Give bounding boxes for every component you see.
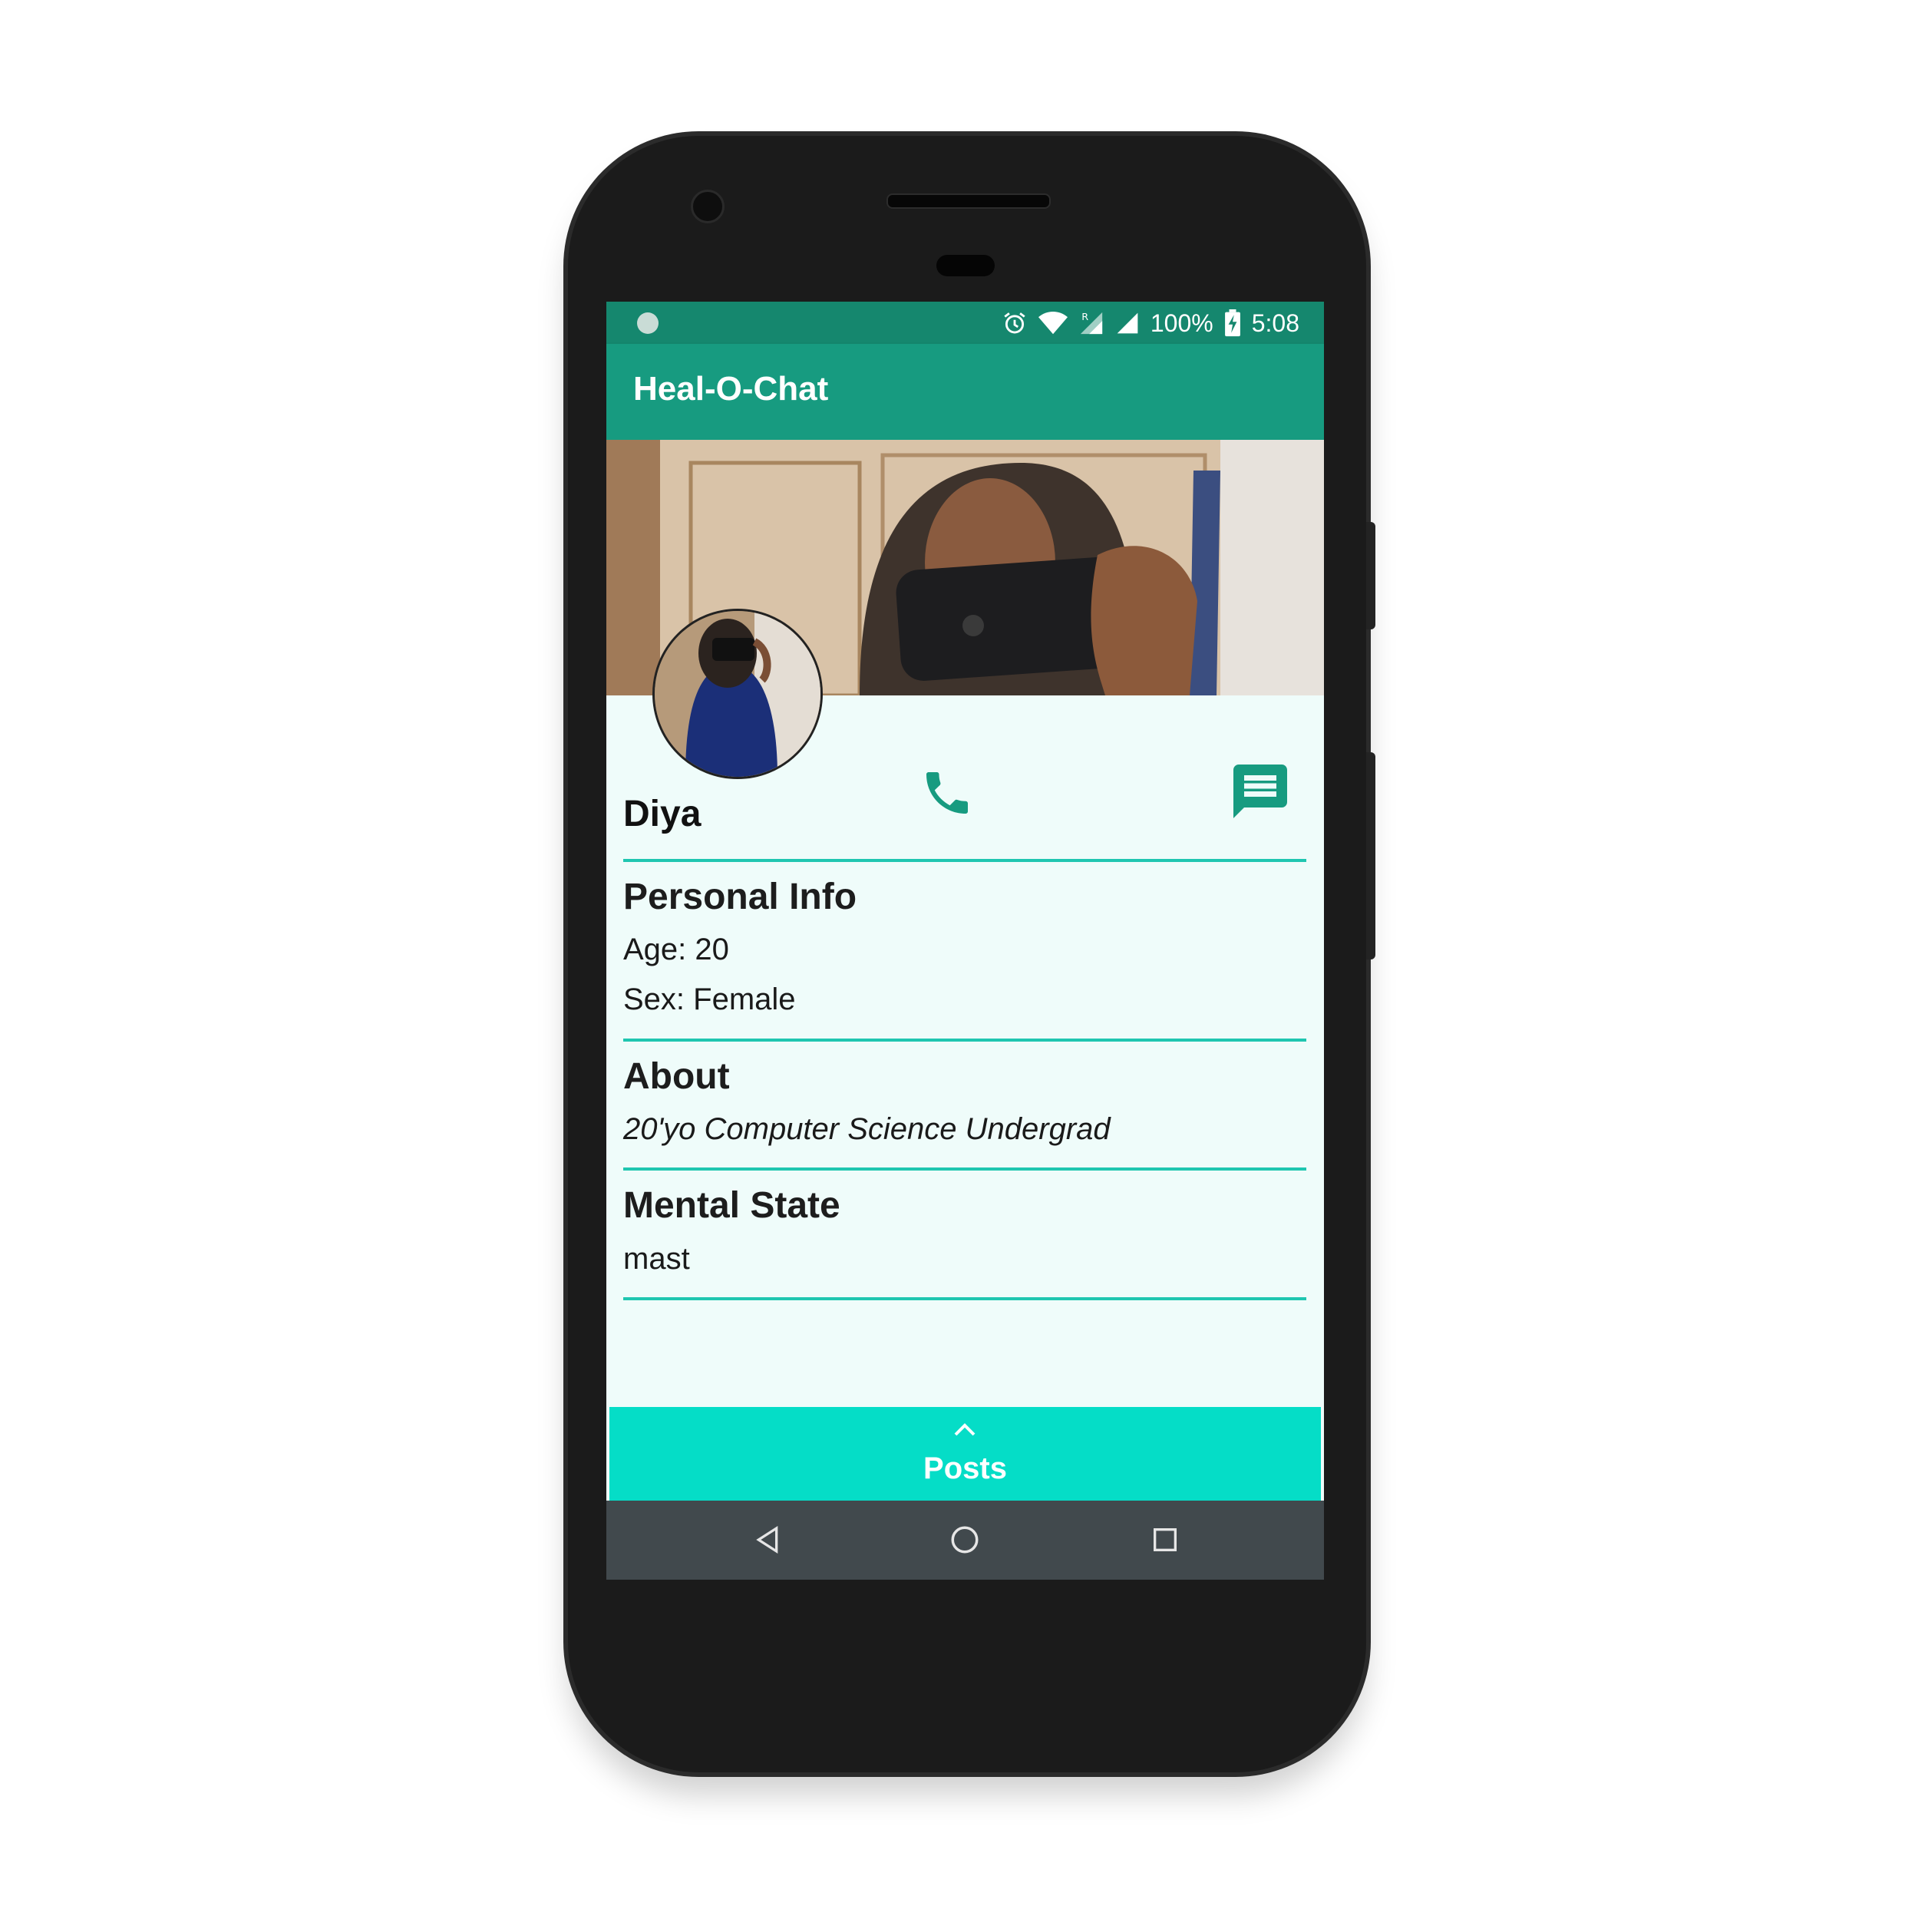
- profile-name: Diya: [623, 794, 702, 834]
- front-camera: [691, 190, 725, 223]
- divider: [623, 1167, 1306, 1171]
- sex-text: Sex: Female: [623, 983, 796, 1016]
- proximity-sensor: [936, 255, 995, 276]
- divider: [623, 1039, 1306, 1042]
- mental-state-title: Mental State: [623, 1185, 840, 1226]
- posts-label: Posts: [923, 1451, 1007, 1485]
- avatar[interactable]: [652, 609, 823, 779]
- alarm-icon: [1004, 312, 1025, 334]
- svg-text:R: R: [1081, 312, 1088, 323]
- status-bar: R 100% 5:08: [606, 302, 1324, 344]
- message-icon[interactable]: [1228, 759, 1292, 824]
- battery-charging-icon: [1224, 309, 1240, 337]
- divider: [623, 859, 1306, 862]
- roaming-signal-icon: R: [1080, 312, 1103, 335]
- clock: 5:08: [1251, 309, 1299, 337]
- recents-icon[interactable]: [1150, 1524, 1180, 1556]
- personal-info-title: Personal Info: [623, 877, 857, 917]
- notification-dot-icon: [637, 312, 659, 334]
- app-title: Heal-O-Chat: [633, 370, 829, 408]
- chevron-up-icon: [954, 1423, 976, 1436]
- about-title: About: [623, 1056, 730, 1097]
- navigation-bar: [606, 1501, 1324, 1580]
- signal-icon: [1117, 312, 1138, 334]
- posts-button[interactable]: Posts: [609, 1407, 1321, 1501]
- battery-percent: 100%: [1150, 309, 1213, 337]
- app-screen: R 100% 5:08 Heal-O-Chat Diya Personal In…: [606, 302, 1324, 1580]
- volume-button: [1366, 752, 1375, 959]
- app-bar: Heal-O-Chat: [606, 344, 1324, 440]
- about-text: 20'yo Computer Science Undergrad: [623, 1112, 1111, 1146]
- phone-icon[interactable]: [919, 765, 975, 821]
- back-icon[interactable]: [752, 1524, 783, 1556]
- home-icon[interactable]: [949, 1524, 981, 1556]
- divider: [623, 1297, 1306, 1300]
- age-text: Age: 20: [623, 933, 729, 966]
- power-button: [1366, 522, 1375, 629]
- earpiece-speaker: [886, 193, 1051, 209]
- wifi-icon: [1038, 311, 1068, 335]
- mental-state-text: mast: [623, 1242, 690, 1276]
